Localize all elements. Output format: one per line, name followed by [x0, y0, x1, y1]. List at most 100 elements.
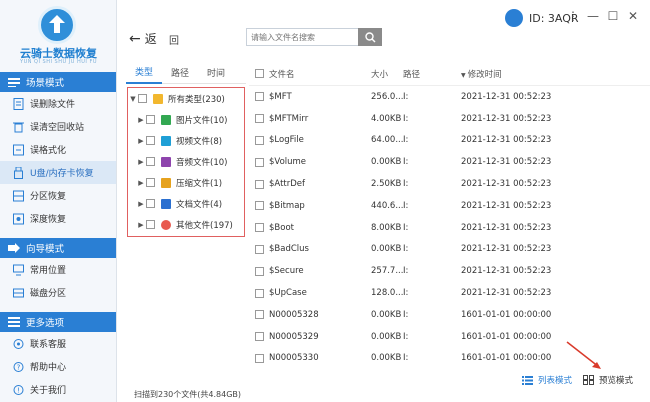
table-row[interactable]: $Secure 257.7... I: 2021-12-31 00:52:23: [249, 260, 650, 282]
file-name: N00005330: [269, 353, 319, 364]
expand-arrow-icon[interactable]: ▶: [136, 200, 146, 208]
tree-item-audio[interactable]: ▶ 音频文件(10): [128, 151, 244, 172]
back-button[interactable]: ← 返: [129, 30, 157, 47]
tree-item-label: 所有类型(230): [168, 94, 225, 105]
document-icon: [161, 198, 171, 209]
file-path: I:: [403, 222, 409, 233]
checkbox[interactable]: [146, 157, 155, 166]
table-row[interactable]: $Boot 8.00KB I: 2021-12-31 00:52:23: [249, 217, 650, 239]
nav-deleted-files[interactable]: 误删除文件: [0, 92, 116, 115]
expand-arrow-icon[interactable]: ▶: [136, 137, 146, 145]
expand-arrow-icon[interactable]: ▶: [136, 116, 146, 124]
tree-item-other[interactable]: ▶ 其他文件(197): [128, 214, 244, 235]
select-all-checkbox[interactable]: [254, 69, 264, 78]
partition-icon: [12, 190, 24, 202]
checkbox[interactable]: [138, 94, 147, 103]
grid-view-icon: [583, 375, 595, 385]
expand-arrow-icon[interactable]: ▼: [128, 95, 138, 103]
nav-deep-recovery[interactable]: 深度恢复: [0, 207, 116, 230]
section-wizard-mode: 向导模式: [0, 238, 116, 258]
row-checkbox[interactable]: [254, 353, 264, 363]
checkbox[interactable]: [146, 178, 155, 187]
table-body: $MFT 256.0... I: 2021-12-31 00:52:23 $MFTMir…: [249, 86, 650, 364]
settings-icon[interactable]: ⋮: [564, 8, 582, 24]
tree-item-label: 图片文件(10): [176, 115, 228, 126]
nav-disk-partitions[interactable]: 磁盘分区: [0, 281, 116, 304]
table-row[interactable]: $BadClus 0.00KB I: 2021-12-31 00:52:23: [249, 239, 650, 261]
row-checkbox[interactable]: [254, 266, 264, 276]
row-checkbox[interactable]: [254, 179, 264, 189]
category-panel: 类型 路径 时间 ▼ 所有类型(230) ▶ 图片文件(10) ▶ 视频文件(8) ▶…: [126, 62, 246, 382]
wizard-icon: [8, 243, 20, 253]
nav-label: 帮助中心: [30, 363, 67, 373]
row-checkbox[interactable]: [254, 223, 264, 233]
row-checkbox[interactable]: [254, 201, 264, 211]
scene-mode-icon: [8, 77, 20, 87]
return-button[interactable]: 回: [169, 32, 179, 47]
table-row[interactable]: N00005328 0.00KB I: 1601-01-01 00:00:00: [249, 304, 650, 326]
file-modified: 2021-12-31 00:52:23: [461, 113, 552, 124]
column-modified[interactable]: ▼ 修改时间: [461, 68, 561, 80]
tab-type[interactable]: 类型: [126, 62, 163, 84]
tab-path[interactable]: 路径: [162, 66, 198, 79]
nav-usb-recovery[interactable]: U盘/内存卡恢复: [0, 161, 116, 184]
nav-label: 关于我们: [30, 386, 67, 396]
maximize-icon[interactable]: ☐: [604, 8, 622, 24]
table-row[interactable]: $MFT 256.0... I: 2021-12-31 00:52:23: [249, 86, 650, 108]
nav-format[interactable]: 误格式化: [0, 138, 116, 161]
nav-partition-recovery[interactable]: 分区恢复: [0, 184, 116, 207]
nav-recycle-bin[interactable]: 误清空回收站: [0, 115, 116, 138]
file-name: $Bitmap: [269, 200, 305, 211]
row-checkbox[interactable]: [254, 135, 264, 145]
table-row[interactable]: $AttrDef 2.50KB I: 2021-12-31 00:52:23: [249, 173, 650, 195]
expand-arrow-icon[interactable]: ▶: [136, 158, 146, 166]
search-button[interactable]: [358, 28, 382, 46]
list-view-button[interactable]: 列表模式: [522, 374, 572, 386]
table-row[interactable]: $UpCase 128.0... I: 2021-12-31 00:52:23: [249, 282, 650, 304]
column-name[interactable]: 文件名: [269, 68, 371, 80]
image-icon: [161, 114, 171, 125]
file-path: I:: [403, 200, 409, 211]
tree-item-all[interactable]: ▼ 所有类型(230): [128, 88, 244, 109]
close-icon[interactable]: ✕: [624, 8, 642, 24]
column-path[interactable]: 路径: [403, 68, 461, 80]
row-checkbox[interactable]: [254, 310, 264, 320]
row-checkbox[interactable]: [254, 332, 264, 342]
table-row[interactable]: $LogFile 64.00... I: 2021-12-31 00:52:23: [249, 130, 650, 152]
section-scene-mode: 场景模式: [0, 72, 116, 92]
sidebar: 云骑士数据恢复 YUN QI SHI SHU JU HUI FU 场景模式 误删…: [0, 0, 117, 402]
nav-contact-support[interactable]: 联系客服: [0, 332, 116, 355]
row-checkbox[interactable]: [254, 244, 264, 254]
tree-item-videos[interactable]: ▶ 视频文件(8): [128, 130, 244, 151]
minimize-icon[interactable]: —: [584, 8, 602, 24]
expand-arrow-icon[interactable]: ▶: [136, 221, 146, 229]
table-row[interactable]: $Volume 0.00KB I: 2021-12-31 00:52:23: [249, 151, 650, 173]
file-path: I:: [403, 266, 409, 277]
tab-time[interactable]: 时间: [198, 66, 234, 79]
expand-arrow-icon[interactable]: ▶: [136, 179, 146, 187]
list-view-label: 列表模式: [538, 376, 573, 386]
checkbox[interactable]: [146, 220, 155, 229]
preview-view-button[interactable]: 预览模式: [583, 374, 633, 386]
checkbox[interactable]: [146, 115, 155, 124]
nav-help-center[interactable]: ? 帮助中心: [0, 355, 116, 378]
user-avatar-icon: [505, 9, 523, 27]
column-size[interactable]: 大小: [371, 68, 403, 80]
table-row[interactable]: $MFTMirr 4.00KB I: 2021-12-31 00:52:23: [249, 108, 650, 130]
row-checkbox[interactable]: [254, 92, 264, 102]
tree-item-archives[interactable]: ▶ 压缩文件(1): [128, 172, 244, 193]
search-input[interactable]: [246, 28, 359, 46]
nav-common-locations[interactable]: 常用位置: [0, 258, 116, 281]
tree-item-documents[interactable]: ▶ 文档文件(4): [128, 193, 244, 214]
tree-item-images[interactable]: ▶ 图片文件(10): [128, 109, 244, 130]
row-checkbox[interactable]: [254, 114, 264, 124]
nav-about-us[interactable]: ! 关于我们: [0, 378, 116, 401]
table-row[interactable]: $Bitmap 440.6... I: 2021-12-31 00:52:23: [249, 195, 650, 217]
row-checkbox[interactable]: [254, 157, 264, 167]
row-checkbox[interactable]: [254, 288, 264, 298]
help-icon: ?: [12, 361, 24, 373]
tree-item-label: 文档文件(4): [176, 199, 223, 210]
checkbox[interactable]: [146, 199, 155, 208]
file-size: 0.00KB: [371, 309, 402, 320]
checkbox[interactable]: [146, 136, 155, 145]
